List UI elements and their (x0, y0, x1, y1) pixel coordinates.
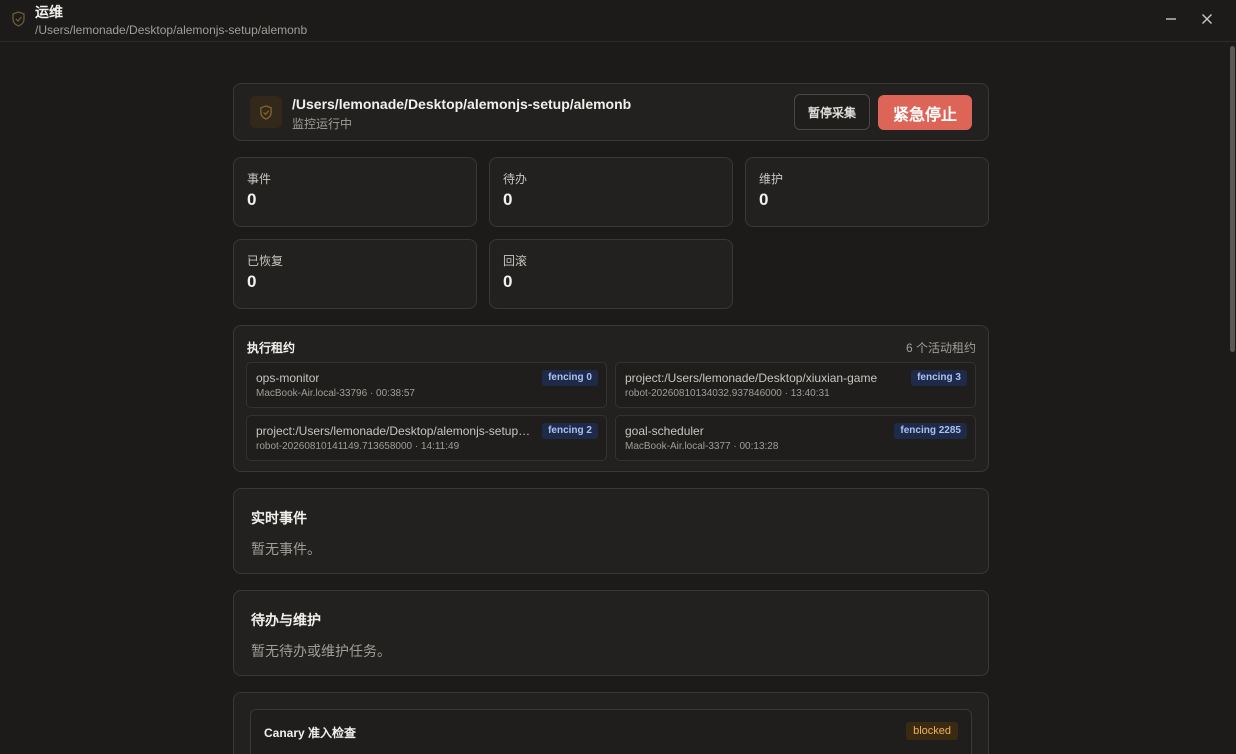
title-bar: 运维 /Users/lemonade/Desktop/alemonjs-setu… (0, 0, 1236, 42)
execution-leases-panel: 执行租约 6 个活动租约 ops-monitor MacBook-Air.loc… (233, 325, 989, 472)
lease-name: ops-monitor (256, 371, 320, 385)
pause-collection-button[interactable]: 暂停采集 (794, 94, 870, 130)
lease-item: project:/Users/lemonade/Desktop/xiuxian-… (615, 362, 976, 408)
status-badge: blocked (906, 722, 958, 740)
realtime-events-title: 实时事件 (251, 510, 307, 526)
emergency-stop-button[interactable]: 紧急停止 (878, 95, 972, 130)
stat-value: 0 (247, 272, 257, 291)
realtime-events-empty: 暂无事件。 (251, 541, 321, 557)
lease-meta: MacBook-Air.local-33796 · 00:38:57 (256, 388, 415, 399)
canary-title: Canary 准入检查 (264, 726, 357, 740)
monitor-path-title: /Users/lemonade/Desktop/alemonjs-setup/a… (292, 96, 632, 112)
stat-label: 回滚 (503, 254, 528, 268)
lease-name: project:/Users/lemonade/Desktop/xiuxian-… (625, 371, 878, 385)
lease-name: project:/Users/lemonade/Desktop/alemonjs… (256, 424, 532, 438)
lease-item: project:/Users/lemonade/Desktop/alemonjs… (246, 415, 607, 461)
stat-label: 事件 (247, 172, 272, 186)
stat-card-recovered: 已恢复 0 (233, 239, 477, 309)
todo-maintenance-title: 待办与维护 (251, 612, 321, 628)
shield-icon (11, 11, 26, 27)
leases-count: 6 个活动租约 (905, 341, 976, 355)
stat-value: 0 (503, 190, 513, 209)
window-title: 运维 (35, 4, 63, 20)
todo-maintenance-panel: 待办与维护 暂无待办或维护任务。 (233, 590, 989, 676)
stat-value: 0 (759, 190, 769, 209)
stat-label: 待办 (503, 172, 528, 186)
close-button[interactable] (1197, 9, 1217, 29)
todo-maintenance-empty: 暂无待办或维护任务。 (251, 643, 391, 659)
stat-label: 已恢复 (247, 254, 284, 268)
realtime-events-panel: 实时事件 暂无事件。 (233, 488, 989, 574)
window-path: /Users/lemonade/Desktop/alemonjs-setup/a… (35, 23, 308, 37)
lease-name: goal-scheduler (625, 424, 704, 438)
fencing-badge: fencing 2 (542, 423, 598, 439)
stat-value: 0 (247, 190, 257, 209)
stat-label: 维护 (759, 172, 784, 186)
stat-card-maintenance: 维护 0 (745, 157, 989, 227)
lease-item: ops-monitor MacBook-Air.local-33796 · 00… (246, 362, 607, 408)
leases-title: 执行租约 (247, 341, 296, 355)
monitor-header-card: /Users/lemonade/Desktop/alemonjs-setup/a… (233, 83, 989, 141)
stat-card-todo: 待办 0 (489, 157, 733, 227)
fencing-badge: fencing 3 (911, 370, 967, 386)
fencing-badge: fencing 0 (542, 370, 598, 386)
canary-panel: Canary 准入检查 blocked (233, 692, 989, 754)
minimize-icon (1166, 18, 1176, 20)
shield-icon (250, 96, 282, 128)
close-icon (1202, 14, 1212, 24)
stat-card-events: 事件 0 (233, 157, 477, 227)
stat-card-rollback: 回滚 0 (489, 239, 733, 309)
lease-meta: robot-20260810141149.713658000 · 14:11:4… (256, 441, 460, 452)
fencing-badge: fencing 2285 (894, 423, 967, 439)
lease-item: goal-scheduler MacBook-Air.local-3377 · … (615, 415, 976, 461)
lease-meta: robot-20260810134032.937846000 · 13:40:3… (625, 388, 830, 399)
minimize-button[interactable] (1161, 9, 1181, 29)
canary-check-card: Canary 准入检查 blocked (250, 709, 972, 754)
stat-value: 0 (503, 272, 513, 291)
lease-meta: MacBook-Air.local-3377 · 00:13:28 (625, 441, 779, 452)
scrollbar-thumb[interactable] (1230, 46, 1235, 352)
monitor-status: 监控运行中 (292, 117, 353, 131)
